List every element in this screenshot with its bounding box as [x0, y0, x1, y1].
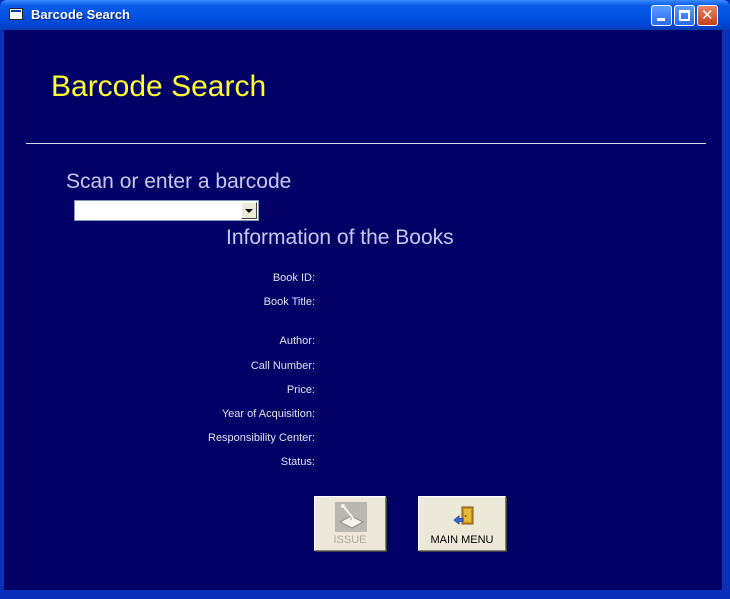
page-heading: Barcode Search: [51, 70, 267, 103]
book-title-label: Book Title:: [263, 296, 315, 308]
minimize-icon: [657, 18, 665, 21]
year-of-acquisition-label: Year of Acquisition:: [221, 408, 315, 420]
author-label: Author:: [279, 335, 315, 347]
book-id-label: Book ID:: [272, 272, 315, 284]
close-icon: ✕: [701, 6, 714, 24]
book-scan-icon: [335, 502, 367, 532]
responsibility-center-label: Responsibility Center:: [208, 432, 315, 444]
status-label: Status:: [280, 456, 315, 468]
issue-button-label: ISSUE: [333, 534, 367, 546]
maximize-icon: [679, 10, 690, 21]
window-title: Barcode Search: [31, 7, 130, 22]
issue-button[interactable]: ISSUE: [314, 496, 386, 551]
exit-door-icon: [453, 506, 474, 525]
barcode-combobox[interactable]: [74, 200, 259, 221]
barcode-input[interactable]: [75, 201, 239, 220]
title-bar[interactable]: Barcode Search ✕: [0, 0, 730, 30]
close-button[interactable]: ✕: [697, 5, 718, 26]
minimize-button[interactable]: [651, 5, 672, 26]
form-body: Barcode Search Scan or enter a barcode I…: [4, 30, 722, 590]
app-window: Barcode Search ✕ Barcode Search Scan or …: [0, 0, 730, 599]
info-section-title: Information of the Books: [226, 226, 454, 249]
main-menu-button-label: MAIN MENU: [430, 534, 494, 546]
window-icon[interactable]: [9, 8, 23, 20]
barcode-label: Scan or enter a barcode: [66, 170, 292, 193]
divider: [26, 143, 706, 144]
call-number-label: Call Number:: [250, 360, 315, 372]
main-menu-button[interactable]: MAIN MENU: [418, 496, 506, 551]
chevron-down-icon[interactable]: [241, 202, 257, 219]
maximize-button[interactable]: [674, 5, 695, 26]
price-label: Price:: [286, 384, 315, 396]
